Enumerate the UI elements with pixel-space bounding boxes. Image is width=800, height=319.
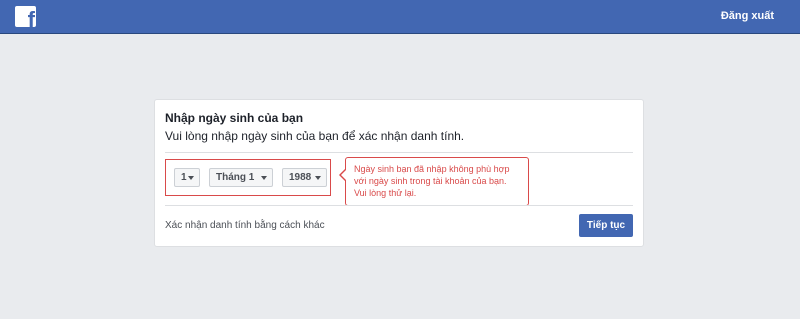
year-select-value: 1988 (289, 172, 312, 183)
divider (165, 152, 633, 153)
month-select-value: Tháng 1 (216, 172, 255, 183)
tooltip-arrow-inner (341, 170, 346, 180)
birthday-selector-group: 1 Tháng 1 1988 (165, 159, 331, 196)
month-select[interactable]: Tháng 1 (209, 168, 273, 187)
year-select[interactable]: 1988 (282, 168, 327, 187)
error-line: với ngày sinh trong tài khoản của bạn. (354, 176, 507, 186)
error-line: Ngày sinh bạn đã nhập không phù hợp (354, 164, 510, 174)
chevron-down-icon (188, 176, 194, 180)
divider (165, 205, 633, 206)
day-select-value: 1 (181, 172, 187, 183)
chevron-down-icon (261, 176, 267, 180)
logo-glyph: f (27, 7, 35, 28)
top-navigation-bar: f Đăng xuất (0, 0, 800, 34)
logout-link[interactable]: Đăng xuất (721, 10, 774, 22)
error-tooltip: Ngày sinh bạn đã nhập không phù hợp với … (345, 157, 529, 206)
facebook-f-icon[interactable]: f (15, 6, 36, 27)
day-select[interactable]: 1 (174, 168, 200, 187)
chevron-down-icon (315, 176, 321, 180)
alternate-verification-link[interactable]: Xác nhận danh tính bằng cách khác (165, 220, 325, 231)
error-line: Vui lòng thử lại. (354, 188, 417, 198)
card-title: Nhập ngày sinh của bạn (165, 111, 304, 125)
card-subtitle: Vui lòng nhập ngày sinh của bạn để xác n… (165, 129, 465, 143)
continue-button[interactable]: Tiếp tục (579, 214, 633, 237)
birthday-verification-card: Nhập ngày sinh của bạn Vui lòng nhập ngà… (154, 99, 644, 247)
